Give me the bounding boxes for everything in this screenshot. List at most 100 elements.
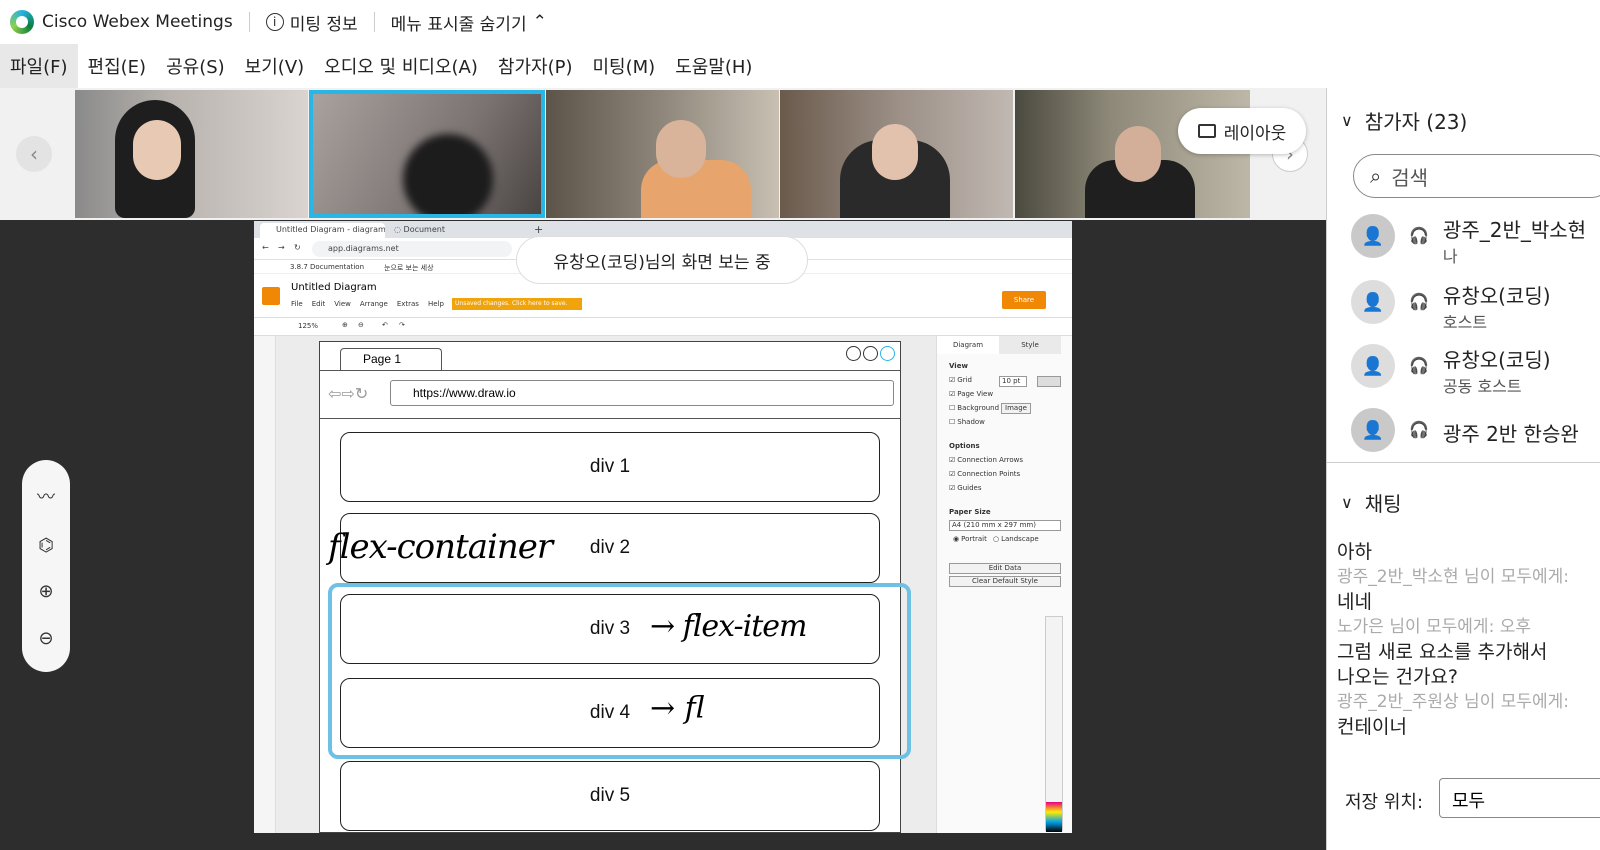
participants-header[interactable]: ∨ 참가자 (23) — [1327, 106, 1467, 135]
layout-button[interactable]: 레이아웃 — [1178, 108, 1306, 154]
hide-menu-button[interactable]: 메뉴 표시줄 숨기기 ⌃ — [391, 10, 547, 35]
redo-icon[interactable]: ↷ — [399, 321, 405, 329]
guides-option[interactable]: ☑ Guides — [949, 484, 981, 492]
filmstrip-prev-button[interactable]: ‹ — [16, 136, 52, 172]
save-location-select[interactable]: 모두 — [1439, 778, 1600, 818]
video-tile[interactable] — [780, 90, 1013, 218]
drawio-menu-help[interactable]: Help — [428, 300, 444, 308]
div-box-1[interactable]: div 1 — [340, 432, 880, 502]
grid-color-swatch[interactable] — [1037, 376, 1061, 387]
menu-audio-video[interactable]: 오디오 및 비디오(A) — [314, 44, 488, 88]
menu-edit[interactable]: 편집(E) — [78, 44, 157, 88]
unsaved-changes-banner[interactable]: Unsaved changes. Click here to save. — [452, 298, 582, 310]
search-input[interactable]: ⌕ 검색 — [1353, 154, 1600, 198]
zoom-level[interactable]: 125% — [298, 322, 318, 330]
forward-icon[interactable]: → — [278, 243, 285, 252]
browser-tab-active[interactable]: Untitled Diagram - diagrams.net — [260, 223, 385, 238]
participant-item[interactable]: 👤 🎧 유창오(코딩) 호스트 — [1351, 280, 1551, 333]
unsaved-label: Unsaved changes. Click here to save. — [455, 300, 568, 307]
right-panel: ∨ 참가자 (23) ⌕ 검색 👤 🎧 광주_2반_박소현 나 👤 🎧 유창오(코… — [1326, 88, 1600, 850]
tab-style[interactable]: Style — [999, 336, 1061, 354]
undo-icon[interactable]: ↶ — [382, 321, 388, 329]
menu-bar: 파일(F) 편집(E) 공유(S) 보기(V) 오디오 및 비디오(A) 참가자… — [0, 44, 1600, 88]
zoom-out-icon[interactable]: ⊖ — [38, 628, 53, 649]
participant-face — [133, 120, 181, 180]
webex-logo-icon — [10, 10, 34, 34]
diagram-title[interactable]: Untitled Diagram — [291, 282, 377, 293]
tab-diagram[interactable]: Diagram — [937, 336, 999, 354]
div-box-5[interactable]: div 5 — [340, 761, 880, 831]
remote-control-icon[interactable]: ⌬ — [38, 535, 54, 556]
background-option[interactable]: ☐ Background — [949, 404, 999, 412]
handwritten-flex-item: → flex-item — [650, 609, 808, 644]
grid-option[interactable]: ☑ Grid — [949, 376, 972, 384]
menu-participants[interactable]: 참가자(P) — [488, 44, 583, 88]
participant-name: 유창오(코딩) — [1442, 348, 1551, 372]
viewing-screen-banner: 유창오(코딩)님의 화면 보는 중 — [516, 236, 808, 284]
viewing-label: 유창오(코딩)님의 화면 보는 중 — [553, 252, 771, 273]
zoom-in-icon[interactable]: ⊕ — [342, 321, 348, 329]
participant-item[interactable]: 👤 🎧 유창오(코딩) 공동 호스트 — [1351, 344, 1551, 397]
menu-view[interactable]: 보기(V) — [235, 44, 314, 88]
connection-points-option[interactable]: ☑ Connection Points — [949, 470, 1020, 478]
chat-sender: 광주_2반_박소현 님이 모두에게: — [1337, 567, 1570, 587]
landscape-radio[interactable]: ○ Landscape — [993, 535, 1039, 543]
meeting-info-button[interactable]: i 미팅 정보 — [265, 10, 358, 35]
chevron-down-icon: ∨ — [1341, 111, 1353, 130]
menu-meeting[interactable]: 미팅(M) — [582, 44, 665, 88]
circle-icon — [846, 346, 861, 361]
menu-share[interactable]: 공유(S) — [156, 44, 235, 88]
page-tab[interactable]: Page 1 — [340, 348, 442, 370]
app-title: Cisco Webex Meetings — [42, 12, 233, 32]
bookmark[interactable]: 눈으로 보는 세상 — [384, 263, 434, 273]
menu-file[interactable]: 파일(F) — [0, 44, 78, 88]
drawio-menu-arrange[interactable]: Arrange — [360, 300, 388, 308]
participant-item[interactable]: 👤 🎧 광주_2반_박소현 나 — [1351, 214, 1586, 267]
bookmark[interactable]: 3.8.7 Documentation — [290, 263, 364, 271]
video-tile[interactable] — [546, 90, 779, 218]
clear-style-button[interactable]: Clear Default Style — [949, 576, 1061, 587]
video-tile-active-speaker[interactable] — [309, 90, 545, 218]
avatar: 👤 — [1351, 280, 1395, 324]
drawio-menu-extras[interactable]: Extras — [397, 300, 419, 308]
shadow-option[interactable]: ☐ Shadow — [949, 418, 985, 426]
zoom-out-icon[interactable]: ⊖ — [358, 321, 364, 329]
option-label: Connection Points — [957, 470, 1021, 478]
color-palette[interactable] — [1046, 802, 1062, 832]
menu-help[interactable]: 도움말(H) — [665, 44, 762, 88]
back-icon[interactable]: ← — [262, 243, 269, 252]
layout-label: 레이아웃 — [1223, 123, 1287, 144]
chat-message: 컨테이너 — [1337, 716, 1407, 738]
browser-tab[interactable]: ◌ Document — [394, 225, 445, 234]
participant-item[interactable]: 👤 🎧 광주 2반 한승완 — [1351, 408, 1579, 452]
edit-data-button[interactable]: Edit Data — [949, 563, 1061, 574]
participant-face — [656, 120, 706, 178]
shapes-sidebar[interactable] — [254, 336, 276, 833]
reload-icon[interactable]: ↻ — [294, 243, 301, 252]
shared-screen[interactable]: Untitled Diagram - diagrams.net ◌ Docume… — [254, 221, 1072, 833]
drawio-menu-file[interactable]: File — [291, 300, 303, 308]
paper-size-select[interactable]: A4 (210 mm x 297 mm) — [949, 520, 1061, 531]
grid-size-input[interactable]: 10 pt — [999, 376, 1027, 387]
portrait-radio[interactable]: ◉ Portrait — [953, 535, 987, 543]
hide-menu-label: 메뉴 표시줄 숨기기 — [390, 14, 527, 35]
background-label: Background — [957, 404, 1000, 412]
video-tile[interactable] — [75, 90, 308, 218]
connection-arrows-option[interactable]: ☑ Connection Arrows — [949, 456, 1023, 464]
address-bar[interactable]: app.diagrams.net — [312, 241, 512, 257]
annotation-toolbar: 〰 ⌬ ⊕ ⊖ — [22, 460, 70, 672]
pen-tool-strip[interactable] — [1045, 616, 1063, 832]
chat-message: 나오는 건가요? — [1337, 666, 1459, 688]
new-tab-icon[interactable]: + — [534, 223, 543, 236]
chat-header[interactable]: ∨ 채팅 — [1327, 488, 1402, 517]
divider — [320, 418, 900, 419]
zoom-in-icon[interactable]: ⊕ — [38, 581, 53, 602]
annotate-pen-icon[interactable]: 〰 — [37, 483, 55, 509]
drawio-menu-edit[interactable]: Edit — [312, 300, 326, 308]
page-view-option[interactable]: ☑ Page View — [949, 390, 993, 398]
image-button[interactable]: Image — [1001, 403, 1031, 414]
format-panel: Diagram Style View ☑ Grid 10 pt ☑ Page Vie… — [936, 336, 1072, 833]
drawio-menu-view[interactable]: View — [334, 300, 351, 308]
participant-silhouette — [403, 134, 493, 214]
share-button[interactable]: Share — [1002, 291, 1046, 309]
